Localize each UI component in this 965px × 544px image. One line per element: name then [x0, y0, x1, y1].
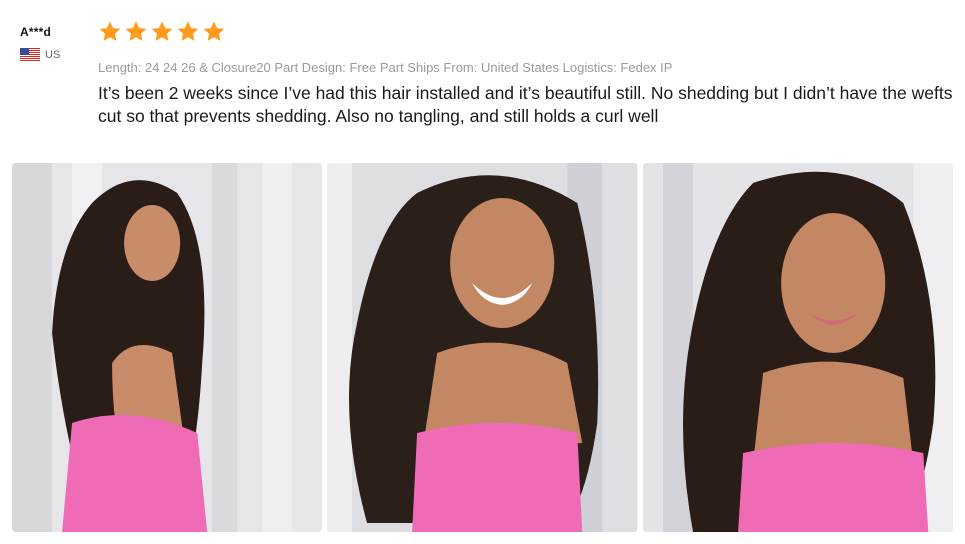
review-meta: Length: 24 24 26 & Closure20 Part Design… — [98, 60, 673, 75]
review-photo-3[interactable] — [642, 163, 953, 532]
review-photo-1[interactable] — [12, 163, 323, 532]
star-icon — [99, 21, 121, 41]
star-icon — [151, 21, 173, 41]
review-photo-2[interactable] — [327, 163, 638, 532]
reviewer-country: US — [20, 48, 90, 61]
star-icon — [125, 21, 147, 41]
star-icon — [203, 21, 225, 41]
review-text: It’s been 2 weeks since I’ve had this ha… — [98, 83, 953, 126]
star-rating — [98, 20, 226, 44]
star-icon — [177, 21, 199, 41]
reviewer-name: A***d — [20, 25, 52, 39]
us-flag-icon — [20, 48, 40, 61]
country-code: US — [45, 48, 61, 61]
reviewer-info: A***d US — [20, 25, 90, 61]
review-photos — [12, 163, 953, 532]
